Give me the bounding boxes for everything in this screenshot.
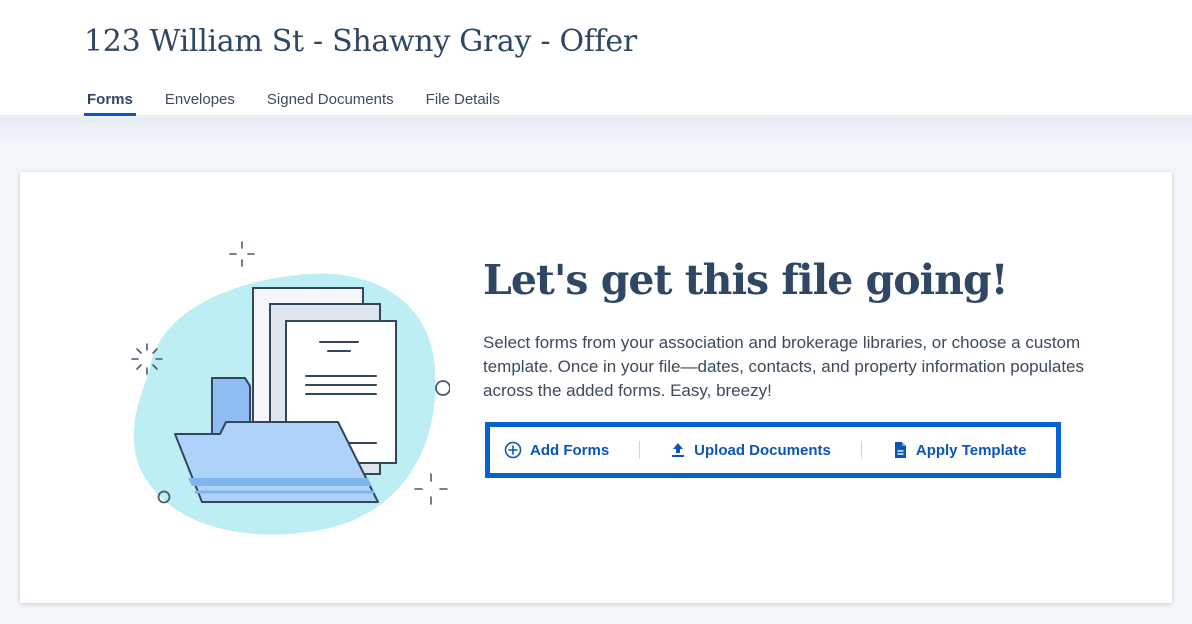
divider [639, 441, 641, 459]
action-bar: Add Forms Upload Documents Apply Templat… [485, 422, 1061, 478]
tab-signed-documents[interactable]: Signed Documents [264, 90, 397, 116]
upload-documents-label: Upload Documents [694, 441, 831, 459]
empty-state-card: Let's get this file going! Select forms … [20, 172, 1172, 603]
add-forms-label: Add Forms [530, 441, 610, 459]
divider [860, 441, 862, 459]
header: 123 William St - Shawny Gray - Offer For… [0, 0, 1192, 116]
empty-state-heading: Let's get this file going! [483, 256, 1009, 304]
header-shadow [0, 117, 1192, 147]
tab-file-details[interactable]: File Details [423, 90, 503, 116]
plus-circle-icon [504, 441, 522, 459]
empty-state-description: Select forms from your association and b… [483, 333, 1084, 400]
upload-icon [672, 443, 685, 457]
tab-envelopes[interactable]: Envelopes [162, 90, 238, 116]
tab-forms[interactable]: Forms [84, 90, 136, 116]
document-icon [894, 442, 906, 458]
upload-documents-button[interactable]: Upload Documents [670, 435, 831, 465]
tab-bar: Forms Envelopes Signed Documents File De… [84, 90, 529, 116]
apply-template-button[interactable]: Apply Template [892, 435, 1027, 465]
page-title: 123 William St - Shawny Gray - Offer [84, 24, 637, 59]
folder-with-documents-icon [131, 241, 450, 535]
apply-template-label: Apply Template [915, 441, 1027, 459]
add-forms-button[interactable]: Add Forms [504, 435, 609, 465]
